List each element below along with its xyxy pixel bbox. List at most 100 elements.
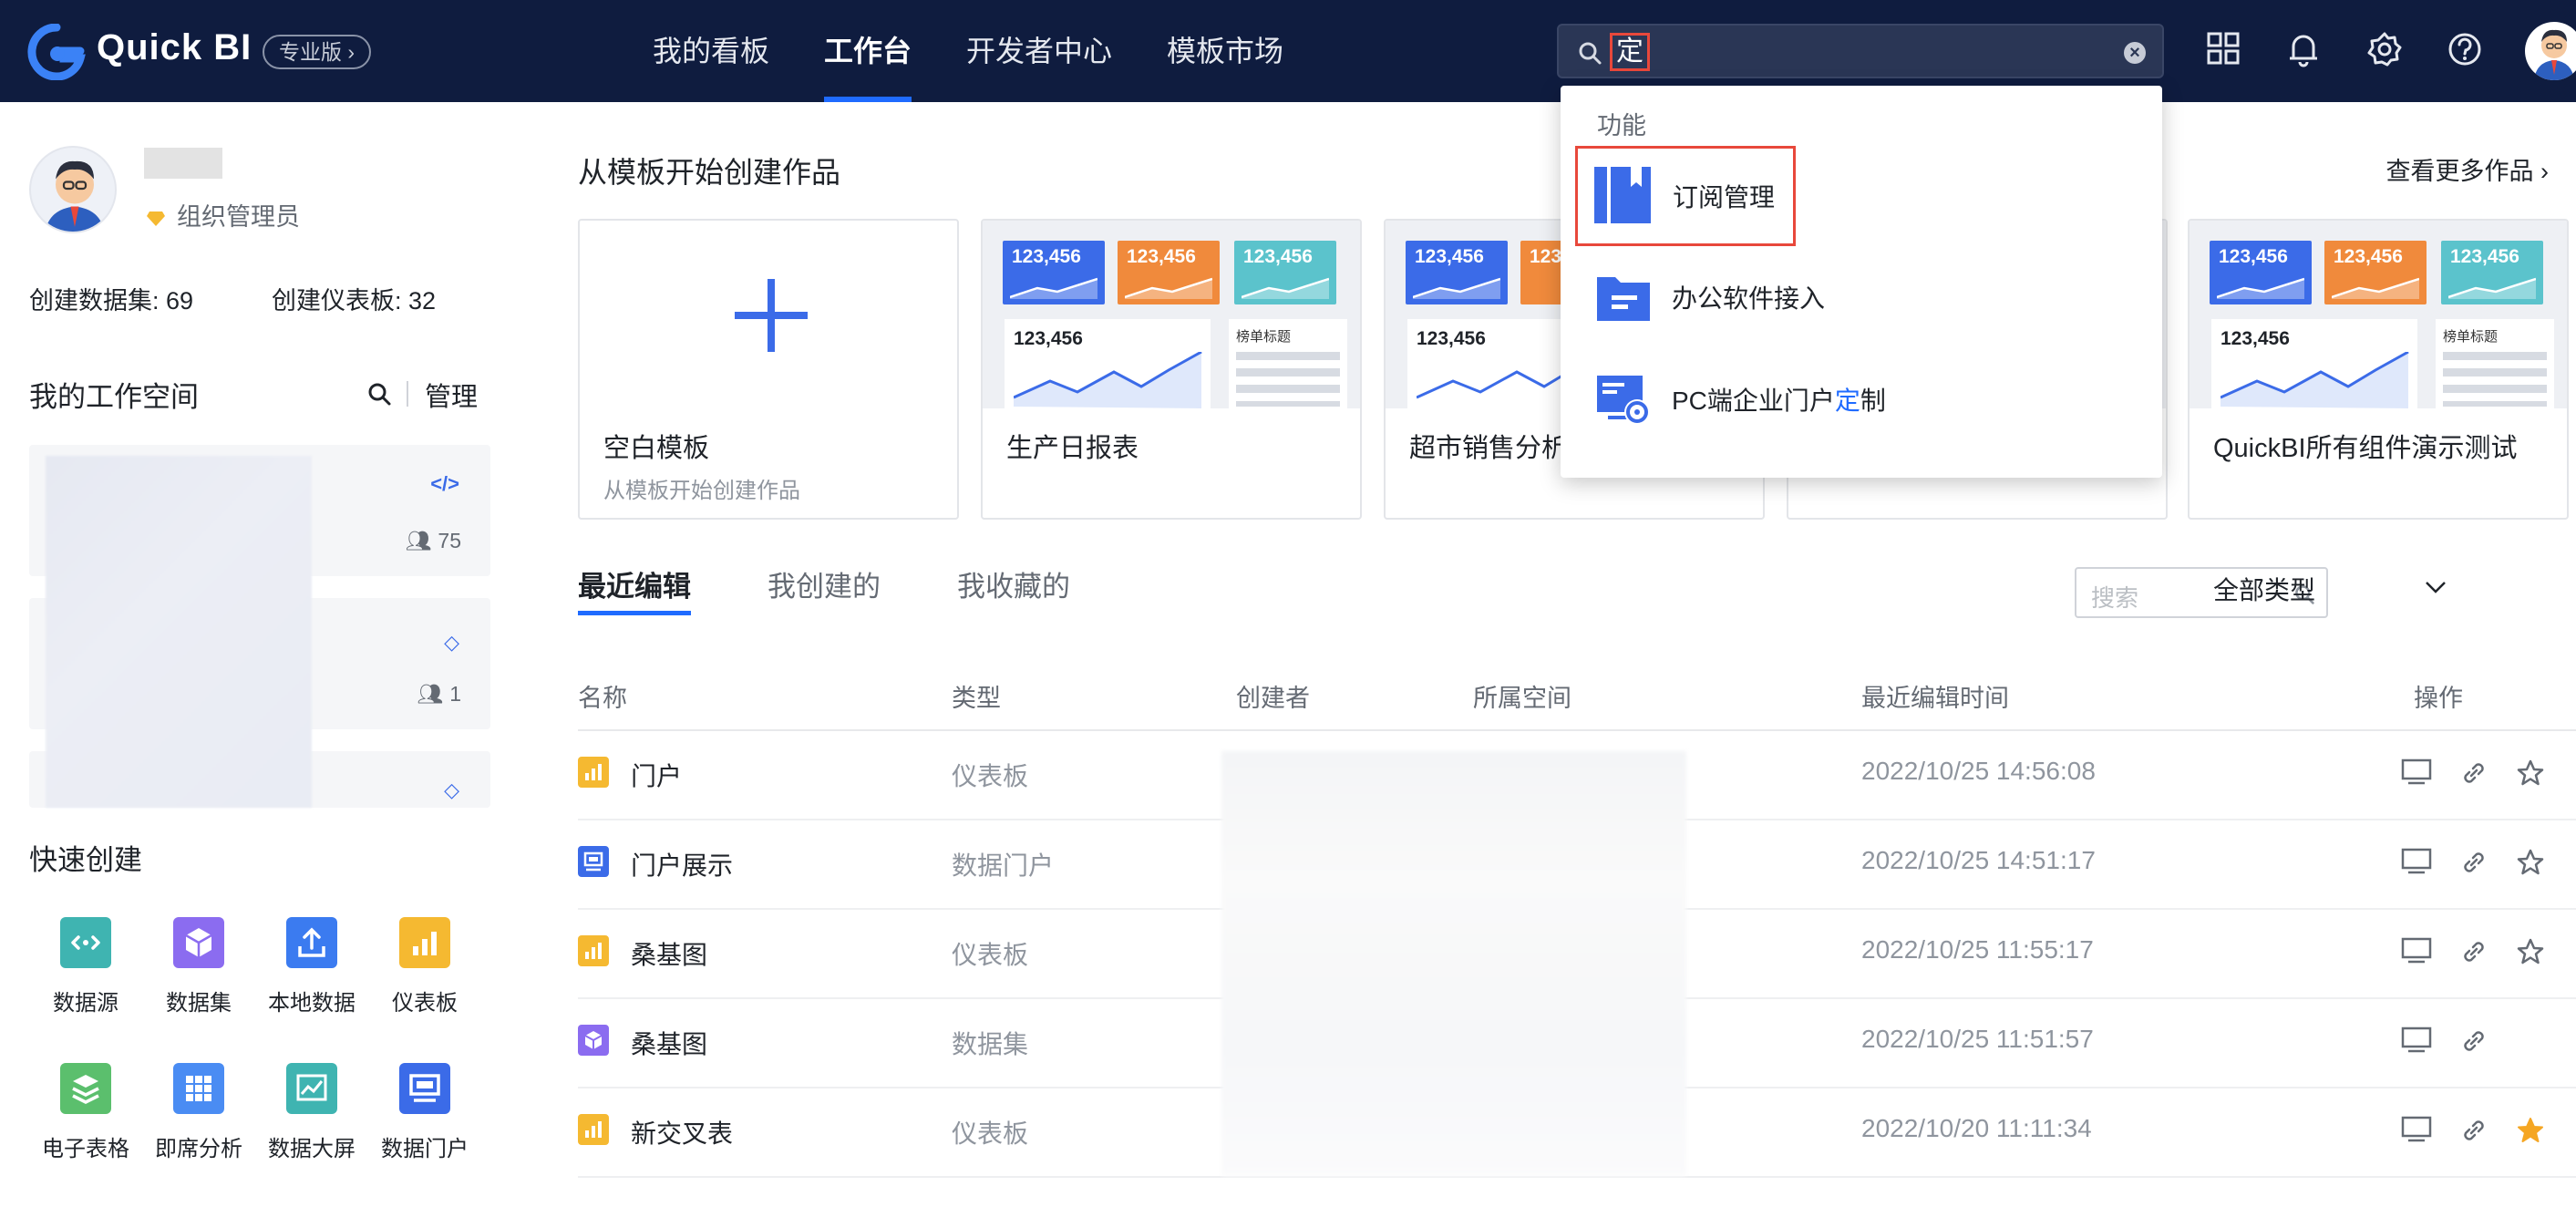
- workspace-manage-link[interactable]: 管理: [425, 376, 478, 414]
- template-card[interactable]: 123,456 123,456 123,456 123,456 榜单标题 Qui…: [2188, 219, 2569, 520]
- close-circle-icon[interactable]: ×: [2124, 42, 2146, 64]
- search-placeholder: 搜索: [2091, 584, 2139, 612]
- stat-dashboards: 创建仪表板: 32: [272, 287, 437, 315]
- preview-monitor-icon[interactable]: [2401, 758, 2432, 786]
- template-name: 生产日报表: [1006, 434, 1139, 463]
- row-name[interactable]: 门户展示: [631, 846, 733, 882]
- star-icon[interactable]: [2516, 937, 2545, 966]
- creator-space-redacted: [1221, 751, 1686, 1176]
- left-panel: 组织管理员 创建数据集: 69 创建仪表板: 32 我的工作空间 管理 </> …: [0, 102, 520, 1207]
- star-filled-icon[interactable]: [2516, 1116, 2545, 1145]
- member-count: 75: [438, 529, 461, 552]
- link-icon[interactable]: [2459, 937, 2488, 966]
- table-grid-icon: [173, 1063, 224, 1114]
- column-header-space: 所属空间: [1473, 685, 1571, 712]
- suggestion-label: 订阅管理: [1673, 183, 1776, 211]
- preview-monitor-icon[interactable]: [2401, 937, 2432, 965]
- user-avatar[interactable]: [29, 146, 117, 233]
- nav-my-boards[interactable]: 我的看板: [653, 0, 769, 102]
- link-icon[interactable]: [2459, 758, 2488, 788]
- type-filter-select[interactable]: 全部类型: [2213, 571, 2315, 607]
- column-header-type: 类型: [952, 685, 1001, 712]
- row-name[interactable]: 新交叉表: [631, 1114, 733, 1150]
- dashboard-icon: [578, 1114, 609, 1145]
- help-icon[interactable]: [2447, 31, 2483, 67]
- row-name[interactable]: 门户: [631, 757, 682, 793]
- nav-template-market[interactable]: 模板市场: [1167, 0, 1283, 102]
- row-name[interactable]: 桑基图: [631, 935, 707, 972]
- template-card-blank[interactable]: 空白模板 从模板开始创建作品: [578, 219, 959, 520]
- search-suggestions-dropdown: 功能 订阅管理 办公软件接入 PC端企业门户定制: [1561, 86, 2162, 478]
- preview-monitor-icon[interactable]: [2401, 1116, 2432, 1143]
- kpi-tile: 123,456: [2441, 241, 2543, 304]
- tab-created-by-me[interactable]: 我创建的: [768, 563, 881, 604]
- bell-icon[interactable]: [2286, 31, 2321, 67]
- upload-icon: [286, 917, 337, 968]
- quick-create-adhoc-analysis[interactable]: 即席分析: [144, 1063, 253, 1162]
- kpi-tile: 123,456: [2324, 241, 2427, 304]
- code-icon: </>: [430, 472, 459, 495]
- gear-icon[interactable]: [2366, 31, 2403, 67]
- star-icon[interactable]: [2516, 758, 2545, 788]
- quickbi-logo-icon[interactable]: [27, 24, 86, 80]
- global-search-input[interactable]: 定 ×: [1557, 24, 2164, 78]
- layers-icon: [60, 1063, 111, 1114]
- portal-settings-icon: [1597, 376, 1650, 425]
- view-more-link[interactable]: 查看更多作品 ›: [2385, 151, 2549, 187]
- star-icon[interactable]: [2516, 848, 2545, 877]
- quick-create-label: 数据大屏: [268, 1137, 355, 1161]
- template-card[interactable]: 123,456 123,456 123,456 123,456 榜单标题 生产日…: [981, 219, 1362, 520]
- preview-monitor-icon[interactable]: [2401, 848, 2432, 875]
- suggestion-office-software[interactable]: 办公软件接入: [1575, 248, 2148, 348]
- tab-my-favorites[interactable]: 我收藏的: [957, 563, 1070, 604]
- quick-create-data-portal[interactable]: 数据门户: [370, 1063, 479, 1162]
- preview-monitor-icon[interactable]: [2401, 1026, 2432, 1054]
- suggestion-subscription-management[interactable]: 订阅管理: [1575, 146, 1796, 246]
- template-name: 超市销售分析: [1409, 434, 1569, 463]
- user-avatar-top[interactable]: [2525, 22, 2576, 80]
- link-icon[interactable]: [2459, 1116, 2488, 1145]
- search-icon[interactable]: [366, 381, 392, 407]
- quick-create-dataset[interactable]: 数据集: [144, 917, 253, 1016]
- folder-doc-icon: [1597, 277, 1650, 321]
- dataset-icon: [578, 1025, 609, 1056]
- quick-create-datasource[interactable]: 数据源: [31, 917, 140, 1016]
- template-thumbnail: 123,456 123,456 123,456 123,456 榜单标题: [983, 221, 1360, 408]
- quick-create-label: 即席分析: [155, 1137, 242, 1161]
- cube-icon: [173, 917, 224, 968]
- row-type: 数据集: [952, 1030, 1029, 1058]
- tab-recent-edits[interactable]: 最近编辑: [578, 563, 691, 615]
- suggestion-label: PC端企业门户定制: [1672, 387, 1886, 415]
- suggestion-pc-portal-custom[interactable]: PC端企业门户定制: [1575, 350, 2148, 450]
- kpi-tile: 123,456: [2210, 241, 2312, 304]
- dashboard-icon: [578, 935, 609, 966]
- ranking-list-card: 榜单标题: [2436, 319, 2554, 408]
- quick-create-spreadsheet[interactable]: 电子表格: [31, 1063, 140, 1162]
- link-icon[interactable]: [2459, 848, 2488, 877]
- kpi-tile: 123,456: [1406, 241, 1508, 304]
- edition-badge[interactable]: 专业版 ›: [263, 35, 372, 69]
- app-name: Quick BI: [97, 27, 252, 67]
- link-icon[interactable]: [2459, 1026, 2488, 1056]
- nav-developer-center[interactable]: 开发者中心: [966, 0, 1112, 102]
- diamond-icon: ◇: [444, 631, 459, 654]
- apps-grid-icon[interactable]: [2206, 31, 2241, 66]
- row-type: 数据门户: [952, 851, 1055, 880]
- bar-chart-icon: [399, 917, 450, 968]
- workspace-members: 👥︎ 75: [406, 529, 461, 553]
- row-name[interactable]: 桑基图: [631, 1025, 707, 1061]
- templates-section-title: 从模板开始创建作品: [578, 156, 841, 189]
- stat-datasets: 创建数据集: 69: [29, 287, 194, 315]
- user-group-icon: 👥︎: [417, 682, 444, 706]
- quick-create-local-data[interactable]: 本地数据: [257, 917, 366, 1016]
- template-name: QuickBI所有组件演示测试: [2213, 434, 2518, 463]
- user-group-icon: 👥︎: [405, 529, 433, 552]
- workspace-names-redacted: [46, 456, 312, 808]
- line-chart-card: 123,456: [2211, 319, 2417, 408]
- chevron-down-icon[interactable]: [2425, 580, 2447, 594]
- quick-create-dashboard[interactable]: 仪表板: [370, 917, 479, 1016]
- workspace-title: 我的工作空间: [29, 381, 199, 413]
- quick-create-data-screen[interactable]: 数据大屏: [257, 1063, 366, 1162]
- bookmark-icon: [1594, 167, 1651, 223]
- nav-workbench[interactable]: 工作台: [824, 0, 912, 102]
